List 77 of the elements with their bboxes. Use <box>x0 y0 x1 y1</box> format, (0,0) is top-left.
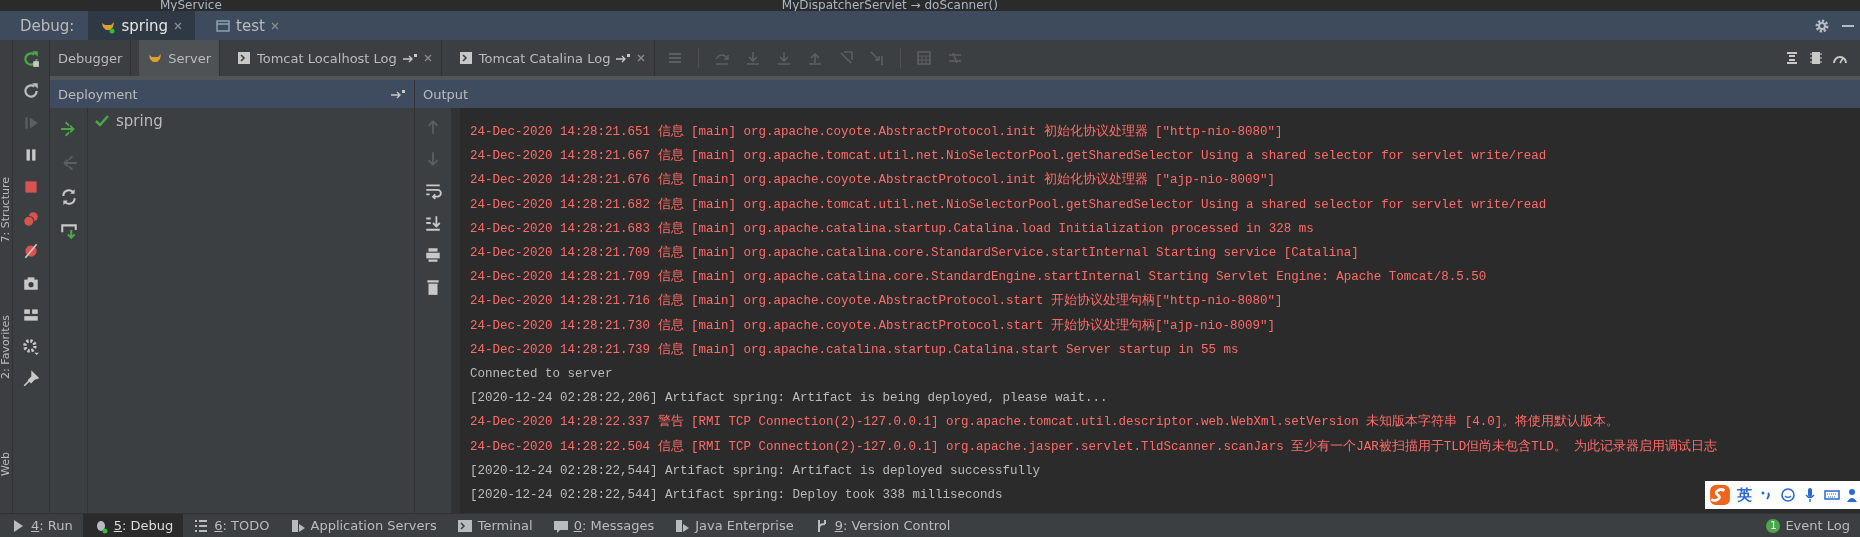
list-icon <box>667 50 684 66</box>
console-line: 24-Dec-2020 14:28:21.716 信息 [main] org.apache.coyote.AbstractProtocol.start 开始协议处理句柄["http-nio-8080"] <box>470 292 1283 311</box>
console-icon <box>236 50 252 66</box>
console-line: 24-Dec-2020 14:28:21.730 信息 [main] org.apache.coyote.AbstractProtocol.start 开始协议处理句柄["ajp-nio-8009"] <box>470 317 1276 335</box>
camera-icon[interactable] <box>22 274 40 292</box>
threads-icon[interactable] <box>1784 50 1800 66</box>
tool-window-button[interactable]: Terminal <box>446 514 543 537</box>
deployment-item[interactable]: spring <box>116 112 163 130</box>
close-icon[interactable] <box>636 53 647 63</box>
window-icon <box>215 17 232 34</box>
console-line: [2020-12-24 02:28:22,544] Artifact spring: Artifact is deployed successfully <box>470 462 1041 480</box>
file-tab[interactable]: MyService <box>160 0 222 11</box>
console-line: 24-Dec-2020 14:28:21.709 信息 [main] org.apache.catalina.core.StandardService.startInternal Starting service [Catalina] <box>470 244 1359 262</box>
session-tab[interactable]: test <box>203 11 292 40</box>
console-line: 24-Dec-2020 14:28:21.683 信息 [main] org.apache.catalina.startup.Catalina.load Initialization processed in 328 ms <box>470 220 1314 238</box>
terminal-icon <box>456 517 473 534</box>
smiley-icon[interactable] <box>1780 487 1796 503</box>
tool-window-button[interactable]: 6: TODO <box>183 514 280 537</box>
deploy-all-icon[interactable] <box>59 222 78 240</box>
run-to-cursor-icon <box>869 50 886 66</box>
session-tab[interactable]: spring <box>88 11 196 40</box>
stop-icon[interactable] <box>22 178 40 196</box>
console-line: 24-Dec-2020 14:28:22.504 信息 [RMI TCP Connection(2)-127.0.0.1] org.apache.jasper.servlet.TldScanner.scanJars 至少有一个JAR被扫描用于TLD但尚未包含TLD。 为此记录器启用调试日志 <box>470 438 1718 456</box>
console-line: 24-Dec-2020 14:28:21.709 信息 [main] org.apache.catalina.core.StandardEngine.startInternal Starting Servlet Engine: Apache Tomcat/8.5.50 <box>470 268 1487 287</box>
console-line: 24-Dec-2020 14:28:21.676 信息 [main] org.apache.coyote.AbstractProtocol.init 初始化协议处理器 ["ajp-nio-8009"] <box>470 171 1276 190</box>
trace-icon <box>947 50 964 66</box>
force-step-into-icon <box>776 50 793 66</box>
pane-header: Output <box>423 86 469 102</box>
refresh-icon[interactable] <box>22 82 40 100</box>
console-line: 24-Dec-2020 14:28:21.682 信息 [main] org.apache.tomcat.util.net.NioSelectorPool.getSharedSelector Using a shared selector for servlet write/read <box>470 196 1547 214</box>
console-line: [2020-12-24 02:28:22,206] Artifact spring: Artifact is being deployed, please wait... <box>470 390 1108 408</box>
memory-icon[interactable] <box>1808 50 1824 66</box>
calculator-icon <box>916 50 933 66</box>
console-icon <box>457 50 474 66</box>
step-into-icon <box>745 50 762 66</box>
breadcrumb: MyDispatcherServlet → doScanner() <box>781 0 998 11</box>
tool-window-button[interactable]: 0: Messages <box>542 514 665 537</box>
close-icon[interactable] <box>173 20 184 31</box>
trash-icon[interactable] <box>424 278 442 296</box>
pane-header: Deployment <box>58 86 138 102</box>
close-icon[interactable] <box>422 53 433 63</box>
tool-window-button[interactable]: Java Enterprise <box>664 514 804 537</box>
settings-icon[interactable] <box>1814 17 1830 34</box>
soft-wrap-icon[interactable] <box>424 182 442 200</box>
console-line: Connected to server <box>470 366 613 384</box>
tool-window-button[interactable]: 5: Debug <box>82 514 184 537</box>
resume-icon <box>22 114 40 132</box>
tool-window-button[interactable]: 4: Run <box>0 514 83 537</box>
print-icon[interactable] <box>424 246 442 264</box>
console-line: [2020-12-24 02:28:22,544] Artifact spring: Deploy took 338 milliseconds <box>470 487 1003 505</box>
tool-window-button[interactable]: Application Servers <box>279 514 447 537</box>
layout-icon[interactable] <box>22 306 40 324</box>
rerun-icon[interactable] <box>22 50 40 68</box>
step-out-icon <box>807 50 824 66</box>
console-line: 24-Dec-2020 14:28:21.667 信息 [main] org.apache.tomcat.util.net.NioSelectorPool.getSharedSelector Using a shared selector for servlet write/read <box>470 147 1547 166</box>
tool-window-title: Debug: <box>20 16 75 35</box>
scroll-to-end-icon[interactable] <box>424 214 442 232</box>
server-icon <box>289 517 306 534</box>
event-log-button[interactable]: 1 Event Log <box>1756 514 1860 537</box>
breakpoints-icon[interactable] <box>22 210 40 228</box>
close-icon[interactable] <box>269 20 280 31</box>
console-line: 24-Dec-2020 14:28:22.337 警告 [RMI TCP Connection(2)-127.0.0.1] org.apache.tomcat.util.descriptor.web.WebXml.setVersion 未知版本字符串 [4.0]。将使用默认版本。 <box>470 413 1620 432</box>
user-icon[interactable] <box>1846 487 1860 503</box>
refresh-icon[interactable] <box>59 188 78 206</box>
s-logo-icon <box>1709 484 1731 506</box>
input-mode[interactable]: 英 <box>1737 485 1752 505</box>
console-line: 24-Dec-2020 14:28:21.651 信息 [main] org.apache.coyote.AbstractProtocol.init 初始化协议处理器 ["http-nio-8080"] <box>470 123 1283 141</box>
list-icon <box>193 517 210 534</box>
settings-icon[interactable] <box>22 338 40 356</box>
drop-frame-icon <box>838 50 855 66</box>
server-icon <box>674 517 691 534</box>
view-tab[interactable]: Server <box>139 40 220 76</box>
mute-breakpoints-icon[interactable] <box>22 242 40 260</box>
pin-icon[interactable] <box>22 370 40 388</box>
keyboard-icon[interactable] <box>1824 487 1840 503</box>
tool-window-button[interactable]: 9: Version Control <box>803 514 961 537</box>
console-line: 24-Dec-2020 14:28:21.739 信息 [main] org.apache.catalina.startup.Catalina.start Server startup in 55 ms <box>470 341 1239 359</box>
